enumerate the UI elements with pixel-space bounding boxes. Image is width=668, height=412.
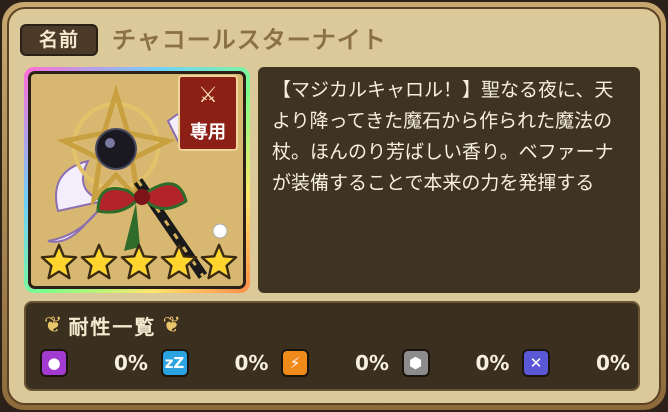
star-icon: [80, 243, 118, 280]
resistance-value: 0%: [596, 351, 630, 375]
item-name: チャコールスターナイト: [112, 26, 387, 54]
poison-icon: ●: [40, 349, 68, 377]
star-icon: [160, 243, 198, 280]
resistance-item: ⚡ 0%: [281, 347, 389, 379]
star-icon: [120, 243, 158, 280]
name-badge: 名前: [20, 24, 98, 56]
exclusive-badge: ⚔ 専用: [178, 75, 238, 151]
resistance-item: ● 0%: [40, 347, 148, 379]
resistance-item: ⬢ 0%: [401, 347, 510, 379]
ornament-left-icon: ❦: [44, 312, 63, 338]
paralysis-icon: ⚡: [281, 349, 309, 377]
item-icon: ⚔ 専用: [28, 71, 246, 289]
resistance-panel: ❦ 耐性一覧 ❦ ● 0% zZ 0% ⚡ 0% ⬢ 0% ✕ 0%: [24, 301, 640, 391]
item-icon-frame: ⚔ 専用: [24, 67, 250, 293]
ornament-right-icon: ❦: [162, 312, 181, 338]
resistance-value: 0%: [475, 351, 510, 375]
resistance-item: ✕ 0%: [522, 347, 630, 379]
resistance-value: 0%: [234, 351, 269, 375]
rarity-stars: [40, 243, 238, 281]
petrify-icon: ⬢: [401, 349, 430, 377]
resistance-header: ❦ 耐性一覧 ❦: [44, 307, 181, 343]
sleep-icon: zZ: [160, 349, 189, 377]
item-description: 【マジカルキャロル！】聖なる夜に、天より降ってきた魔石から作られた魔法の杖。ほん…: [258, 67, 640, 293]
curse-icon: ✕: [522, 349, 550, 377]
resistance-title: 耐性一覧: [68, 314, 157, 339]
star-icon: [200, 243, 238, 280]
resistance-list: ● 0% zZ 0% ⚡ 0% ⬢ 0% ✕ 0%: [40, 347, 630, 379]
crossed-swords-icon: ⚔: [198, 83, 218, 108]
exclusive-label: 専用: [190, 122, 226, 143]
resistance-value: 0%: [114, 351, 148, 375]
resistance-value: 0%: [355, 351, 389, 375]
resistance-item: zZ 0%: [160, 347, 269, 379]
star-icon: [40, 243, 78, 280]
